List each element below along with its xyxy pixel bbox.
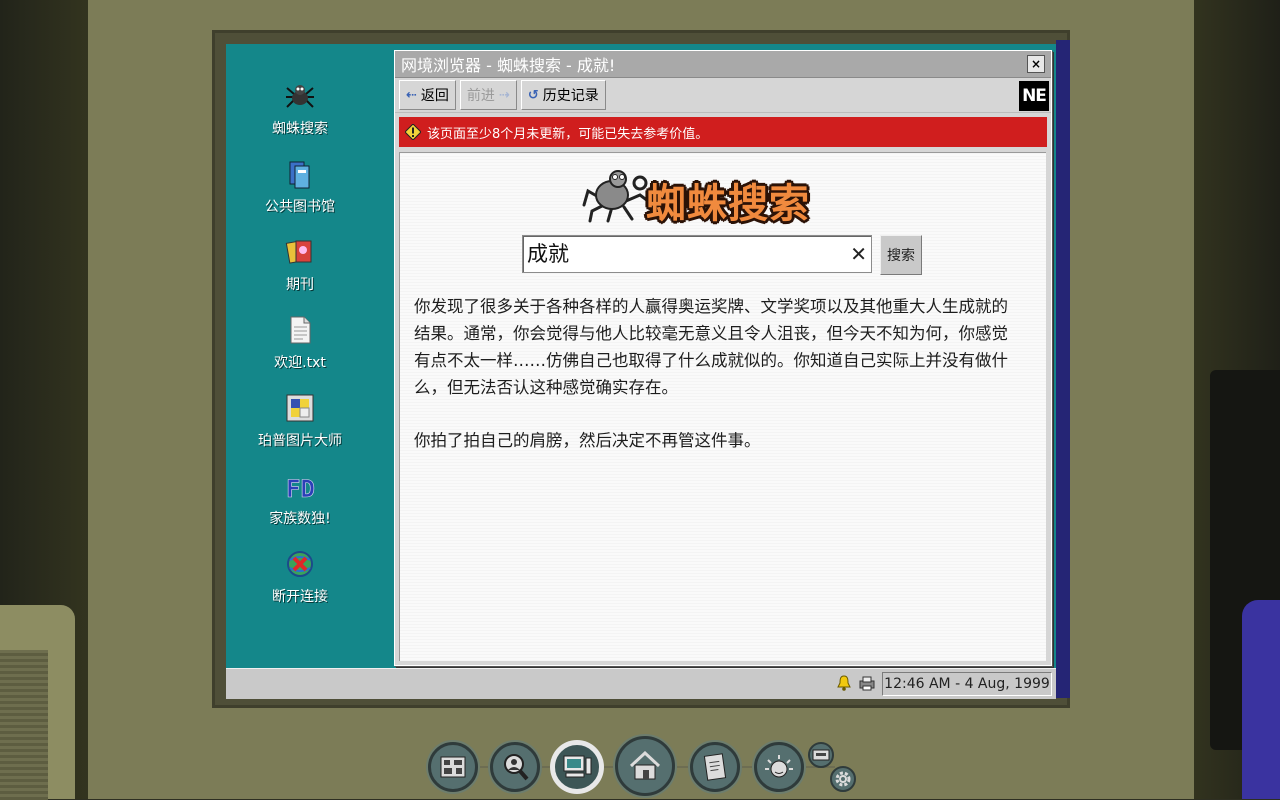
dock-button-home[interactable] — [615, 736, 675, 796]
gear-icon — [835, 771, 851, 787]
title-bar[interactable]: 网境浏览器 - 蜘蛛搜索 - 成就! × — [395, 51, 1051, 78]
spider-icon — [286, 85, 314, 108]
search-box: ✕ — [522, 235, 872, 273]
page-content: 蜘蛛搜索 ✕ 搜索 你发现了很多关于各种各样的人赢得奥运奖牌、文学奖项以及其他重… — [399, 152, 1046, 661]
magazines-icon — [285, 240, 312, 264]
forward-button[interactable]: 前进 ⇢ — [459, 80, 517, 110]
desktop-icon-label: 断开连接 — [272, 589, 328, 605]
svg-text:FD: FD — [286, 475, 315, 502]
desktop-screen: 蜘蛛搜索 公共图书馆 期刊 欢迎.txt 珀普图片大师 FD 家族数独! 断开连… — [226, 44, 1056, 699]
browser-window: 网境浏览器 - 蜘蛛搜索 - 成就! × ⇠ 返回 前进 ⇢ ↺ 历史记录 NE — [394, 50, 1052, 666]
picture-app-icon — [286, 394, 314, 422]
desktop-icon-label: 珀普图片大师 — [258, 433, 342, 449]
search-input[interactable] — [523, 236, 837, 270]
screen-edge — [1056, 40, 1070, 698]
result-paragraph: 你拍了拍自己的肩膀，然后决定不再管这件事。 — [414, 431, 761, 450]
clear-search-icon[interactable]: ✕ — [850, 242, 867, 266]
desktop-icon-welcome-txt[interactable]: 欢迎.txt — [226, 314, 374, 372]
dock-button-computer[interactable] — [552, 742, 602, 792]
browser-brand-logo: NE — [1019, 81, 1049, 111]
history-label: 历史记录 — [542, 88, 599, 104]
desktop-icon-label: 蜘蛛搜索 — [272, 121, 328, 137]
desktop-icon-label: 欢迎.txt — [274, 355, 326, 371]
spider-search-logo: 蜘蛛搜索 — [582, 165, 872, 227]
fd-sudoku-icon: FD — [286, 475, 316, 502]
sun-face-icon — [765, 755, 793, 778]
desktop-icon-public-library[interactable]: 公共图书馆 — [226, 158, 374, 216]
text-file-icon — [290, 316, 311, 344]
result-text: 你发现了很多关于各种各样的人赢得奥运奖牌、文学奖项以及其他重大人生成就的结果。通… — [414, 293, 1014, 480]
warning-text: 该页面至少8个月未更新，可能已失去参考价值。 — [427, 126, 709, 142]
back-button[interactable]: ⇠ 返回 — [399, 80, 456, 110]
desktop-icon-disconnect[interactable]: 断开连接 — [226, 548, 374, 606]
computer-icon — [563, 755, 592, 778]
close-button[interactable]: × — [1027, 55, 1045, 73]
desktop-icon-label: 公共图书馆 — [265, 199, 335, 215]
printer-icon[interactable] — [858, 675, 876, 691]
search-button[interactable]: 搜索 — [880, 235, 922, 275]
taskbar: 12:46 AM - 4 Aug, 1999 — [226, 668, 1056, 699]
disconnect-icon — [287, 551, 313, 577]
browser-toolbar: ⇠ 返回 前进 ⇢ ↺ 历史记录 NE — [395, 78, 1051, 113]
warning-icon — [405, 124, 421, 140]
notebook-icon — [703, 753, 727, 781]
system-tray — [836, 675, 876, 691]
arrow-left-icon: ⇠ — [406, 87, 417, 103]
dock-button-search-person[interactable] — [490, 742, 540, 792]
outdated-warning-bar: 该页面至少8个月未更新，可能已失去参考价值。 — [399, 117, 1047, 147]
window-title: 网境浏览器 - 蜘蛛搜索 - 成就! — [401, 56, 616, 75]
books-icon — [289, 161, 310, 189]
dock-button-settings[interactable] — [830, 766, 856, 792]
search-row: ✕ 搜索 — [522, 235, 922, 275]
dock-button-tape[interactable] — [808, 742, 834, 768]
game-dock — [0, 736, 1280, 799]
circuit-board-icon — [440, 756, 466, 778]
desktop-icon-label: 期刊 — [286, 277, 314, 293]
arrow-right-icon: ⇢ — [498, 87, 510, 103]
home-icon — [629, 751, 661, 780]
bell-icon[interactable] — [836, 675, 852, 691]
history-button[interactable]: ↺ 历史记录 — [520, 80, 606, 110]
back-label: 返回 — [420, 88, 449, 104]
desktop-icon-label: 家族数独! — [269, 511, 331, 527]
desktop-icon-journals[interactable]: 期刊 — [226, 236, 374, 294]
result-paragraph: 你发现了很多关于各种各样的人赢得奥运奖牌、文学奖项以及其他重大人生成就的结果。通… — [414, 297, 1008, 397]
tape-icon — [812, 749, 830, 761]
taskbar-clock: 12:46 AM - 4 Aug, 1999 — [882, 672, 1052, 696]
spider-mascot-icon — [582, 170, 650, 223]
dock-button-sun-face[interactable] — [754, 742, 804, 792]
dock-button-notebook[interactable] — [690, 742, 740, 792]
desktop-icon-spider-search[interactable]: 蜘蛛搜索 — [226, 80, 374, 138]
desktop-icon-picture-master[interactable]: 珀普图片大师 — [226, 392, 374, 450]
forward-label: 前进 — [466, 88, 495, 104]
logo-text: 蜘蛛搜索 — [646, 181, 810, 227]
history-icon: ↺ — [527, 87, 539, 103]
desktop-icon-family-sudoku[interactable]: FD 家族数独! — [226, 470, 374, 528]
dock-button-circuit[interactable] — [428, 742, 478, 792]
search-person-icon — [504, 754, 529, 781]
